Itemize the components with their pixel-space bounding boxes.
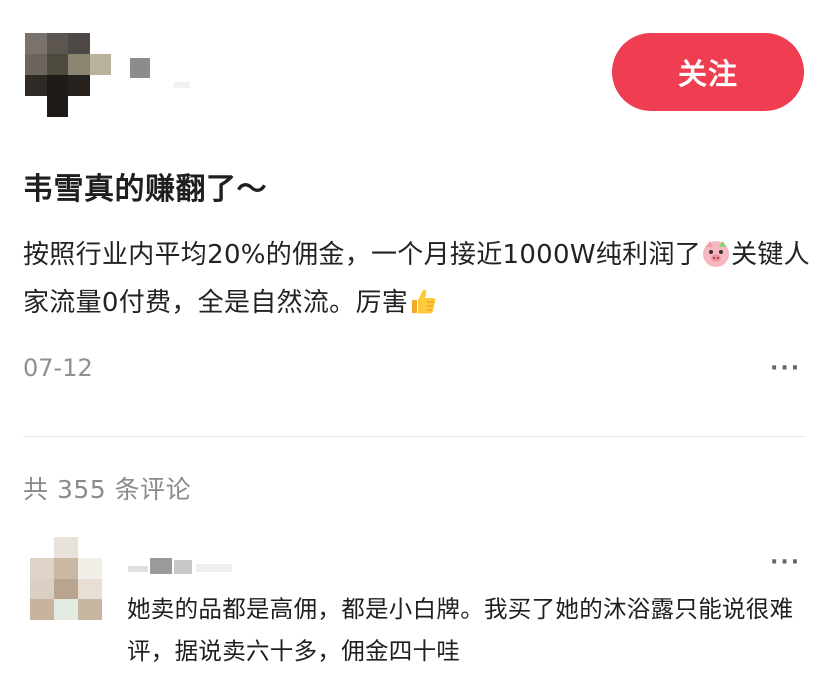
author-avatar[interactable]	[25, 33, 111, 117]
commenter-avatar[interactable]	[30, 537, 102, 620]
follow-button[interactable]: 关注	[612, 33, 804, 111]
post-content: 按照行业内平均20%的佣金，一个月接近1000W纯利润了 关键人家流量0付费，全是…	[23, 231, 813, 327]
author-name[interactable]	[130, 58, 190, 88]
comment-text: 她卖的品都是高佣，都是小白牌。我买了她的沐浴露只能说很难评，据说卖六十多，佣金四…	[127, 595, 794, 665]
post-body-part1: 按照行业内平均20%的佣金，一个月接近1000W纯利润了	[23, 240, 702, 270]
thumbs-up-emoji-icon	[408, 284, 438, 314]
post-title: 韦雪真的赚翻了～	[23, 172, 267, 207]
divider	[23, 436, 804, 437]
comment-count: 共 355 条评论	[23, 475, 192, 504]
post-date: 07-12	[23, 354, 93, 382]
comment-more-icon[interactable]: ···	[770, 550, 801, 575]
pig-face-emoji-icon	[701, 236, 731, 267]
commenter-name[interactable]	[128, 558, 238, 574]
post-more-icon[interactable]: ···	[770, 356, 801, 381]
